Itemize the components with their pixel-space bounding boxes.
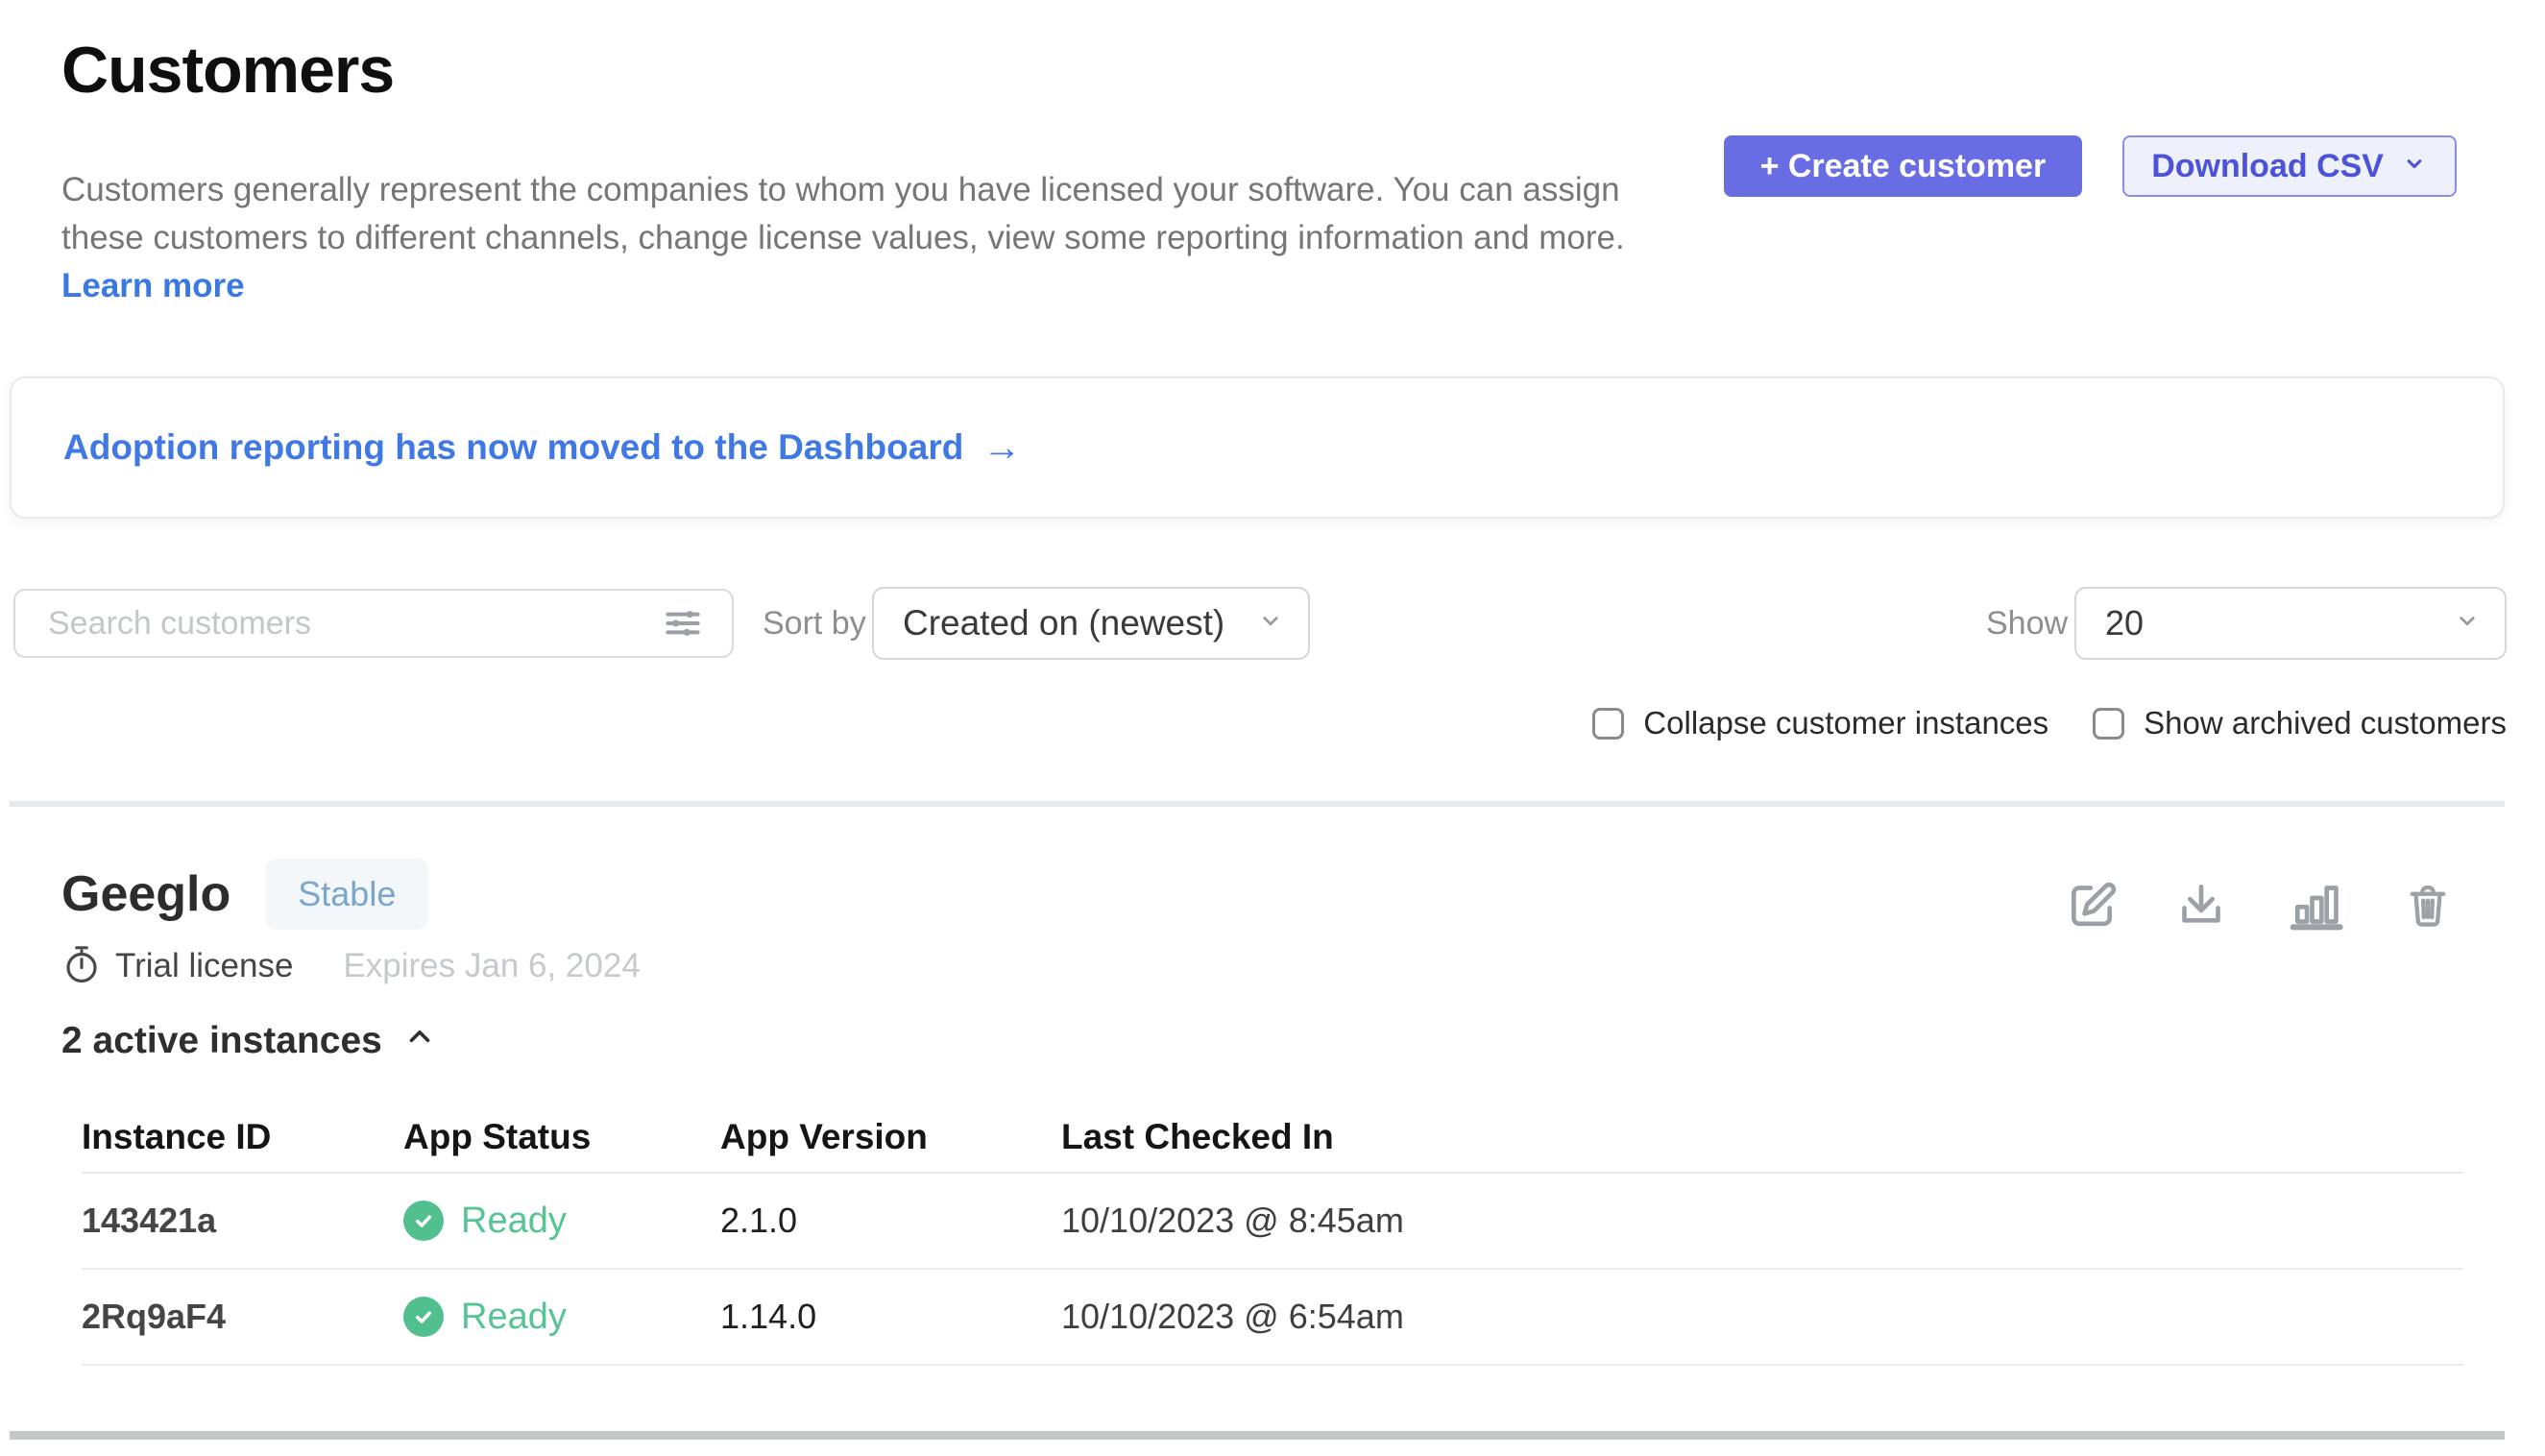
section-divider bbox=[10, 801, 2505, 807]
adoption-banner-text: Adoption reporting has now moved to the … bbox=[63, 427, 963, 468]
channel-badge: Stable bbox=[265, 859, 428, 930]
page-description: Customers generally represent the compan… bbox=[61, 166, 1665, 310]
instance-id-cell: 143421a bbox=[82, 1201, 403, 1241]
instances-toggle[interactable]: 2 active instances bbox=[61, 1020, 436, 1062]
search-input[interactable] bbox=[15, 591, 659, 656]
header-instance-id: Instance ID bbox=[82, 1117, 403, 1157]
app-version-cell: 2.1.0 bbox=[720, 1201, 1061, 1241]
license-row: Trial license Expires Jan 6, 2024 bbox=[61, 943, 641, 989]
check-circle-icon bbox=[403, 1201, 444, 1241]
instance-id-cell: 2Rq9aF4 bbox=[82, 1297, 403, 1337]
license-expiry-label: Expires Jan 6, 2024 bbox=[343, 947, 640, 985]
edit-customer-icon[interactable] bbox=[2065, 878, 2119, 932]
table-row: 143421a Ready 2.1.0 10/10/2023 @ 8:45am bbox=[82, 1174, 2463, 1270]
instances-summary: 2 active instances bbox=[61, 1020, 382, 1062]
status-label: Ready bbox=[461, 1297, 567, 1338]
app-status-cell: Ready bbox=[403, 1297, 720, 1338]
sort-select[interactable]: Created on (newest) bbox=[872, 587, 1310, 660]
license-type-label: Trial license bbox=[115, 947, 293, 985]
bottom-divider bbox=[10, 1431, 2505, 1440]
header-app-status: App Status bbox=[403, 1117, 720, 1157]
collapse-instances-checkbox[interactable] bbox=[1592, 708, 1624, 740]
chevron-down-icon bbox=[2453, 603, 2482, 643]
last-checked-in-cell: 10/10/2023 @ 6:54am bbox=[1061, 1297, 2463, 1337]
show-label: Show bbox=[1986, 589, 2068, 658]
download-license-icon[interactable] bbox=[2174, 878, 2228, 932]
show-count-value: 20 bbox=[2105, 603, 2144, 643]
collapse-instances-label: Collapse customer instances bbox=[1643, 705, 2048, 741]
status-label: Ready bbox=[461, 1201, 567, 1242]
header-last-checked-in: Last Checked In bbox=[1061, 1117, 2463, 1157]
table-row: 2Rq9aF4 Ready 1.14.0 10/10/2023 @ 6:54am bbox=[82, 1270, 2463, 1366]
collapse-instances-option[interactable]: Collapse customer instances bbox=[1592, 705, 2048, 741]
chevron-down-icon bbox=[1256, 603, 1285, 643]
check-circle-icon bbox=[403, 1297, 444, 1337]
filter-checkboxes: Collapse customer instances Show archive… bbox=[1592, 699, 2507, 747]
sort-select-value: Created on (newest) bbox=[903, 603, 1224, 643]
trash-icon[interactable] bbox=[2403, 878, 2453, 932]
show-archived-checkbox[interactable] bbox=[2093, 708, 2124, 740]
filter-sliders-icon[interactable] bbox=[659, 599, 707, 647]
create-customer-button[interactable]: + Create customer bbox=[1724, 135, 2083, 197]
arrow-right-icon: → bbox=[982, 428, 1021, 467]
customer-name-link[interactable]: Geeglo bbox=[61, 865, 230, 923]
download-csv-button[interactable]: Download CSV bbox=[2122, 135, 2457, 197]
show-archived-label: Show archived customers bbox=[2144, 705, 2507, 741]
page-title: Customers bbox=[61, 33, 394, 108]
bar-chart-icon[interactable] bbox=[2284, 878, 2347, 932]
adoption-banner-link[interactable]: Adoption reporting has now moved to the … bbox=[63, 427, 1021, 468]
adoption-banner: Adoption reporting has now moved to the … bbox=[10, 376, 2505, 519]
customer-header: Geeglo Stable bbox=[61, 859, 428, 930]
customer-actions bbox=[2065, 878, 2453, 932]
header-actions: + Create customer Download CSV bbox=[1724, 135, 2457, 197]
show-count-select[interactable]: 20 bbox=[2074, 587, 2507, 660]
customers-page: Customers Customers generally represent … bbox=[0, 0, 2545, 1456]
search-box bbox=[13, 589, 734, 658]
sort-by-label: Sort by bbox=[763, 589, 866, 658]
stopwatch-icon bbox=[61, 942, 102, 991]
page-description-text: Customers generally represent the compan… bbox=[61, 171, 1625, 256]
last-checked-in-cell: 10/10/2023 @ 8:45am bbox=[1061, 1201, 2463, 1241]
app-status-cell: Ready bbox=[403, 1201, 720, 1242]
chevron-down-icon bbox=[2401, 148, 2428, 185]
chevron-up-icon bbox=[403, 1020, 436, 1062]
show-archived-option[interactable]: Show archived customers bbox=[2093, 705, 2507, 741]
app-version-cell: 1.14.0 bbox=[720, 1297, 1061, 1337]
instances-table-header: Instance ID App Status App Version Last … bbox=[82, 1103, 2463, 1174]
header-app-version: App Version bbox=[720, 1117, 1061, 1157]
learn-more-link[interactable]: Learn more bbox=[61, 267, 245, 304]
instances-table: Instance ID App Status App Version Last … bbox=[82, 1103, 2463, 1366]
download-csv-label: Download CSV bbox=[2151, 148, 2384, 185]
